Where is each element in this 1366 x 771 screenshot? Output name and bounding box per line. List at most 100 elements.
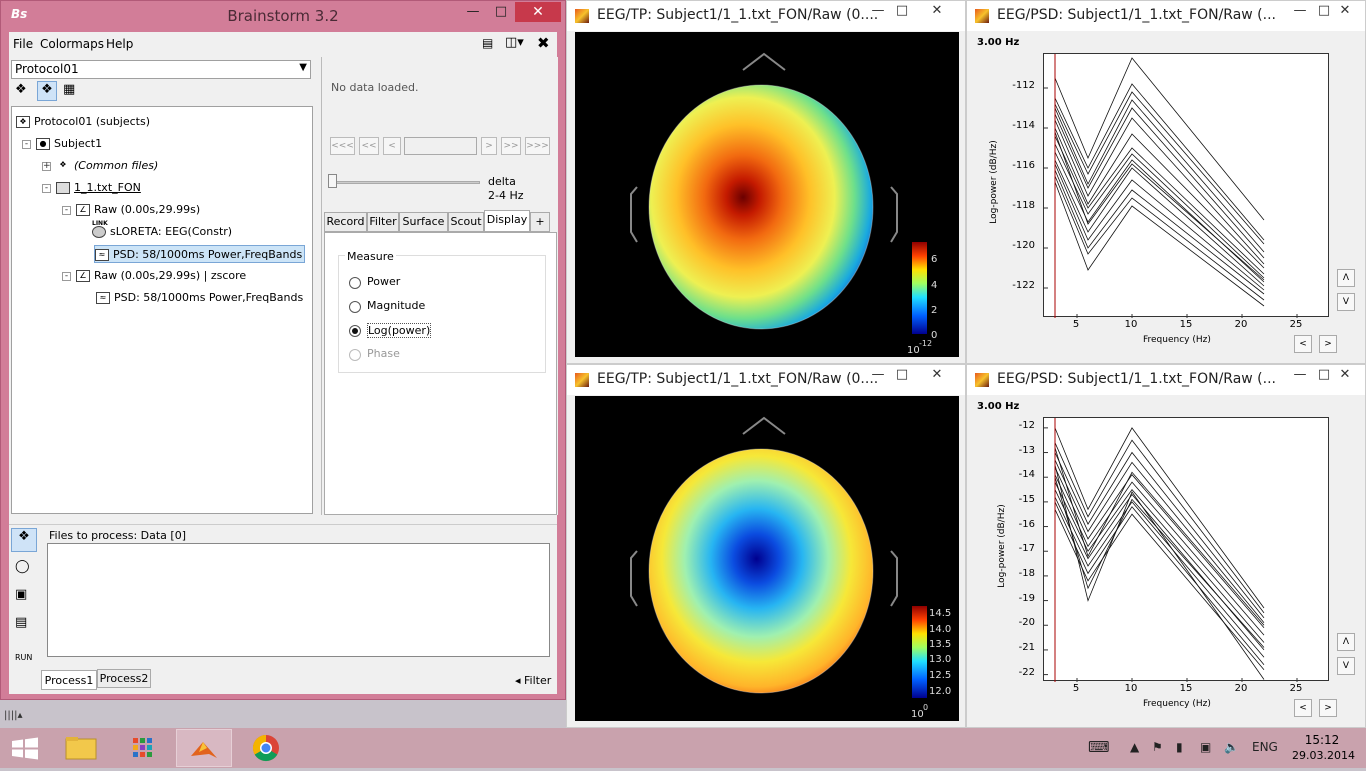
expand-icon[interactable]: +: [42, 162, 51, 171]
psd-plot-area: [1043, 417, 1329, 682]
tab-scout[interactable]: Scout: [448, 212, 484, 232]
minimize-button[interactable]: —: [1289, 3, 1311, 18]
zoom-in-button[interactable]: Λ: [1337, 633, 1355, 651]
figure-titlebar[interactable]: EEG/PSD: Subject1/1_1.txt_FON/Raw (... —…: [967, 1, 1365, 31]
tree-item-subject[interactable]: ● Subject1: [36, 135, 102, 153]
tree-item-sloreta[interactable]: LINK sLORETA: EEG(Constr): [92, 220, 232, 241]
collapse-icon[interactable]: -: [22, 140, 31, 149]
menu-help[interactable]: Help: [106, 37, 133, 51]
nav-next-fast-button[interactable]: >>: [501, 137, 521, 155]
y-axis-ticks: -112 -114 -116 -118 -120 -122: [967, 53, 1039, 317]
radio-logpower[interactable]: [349, 325, 361, 337]
matlab-taskbar-button[interactable]: [176, 729, 232, 767]
collapse-icon[interactable]: -: [62, 272, 71, 281]
process-matrix-icon[interactable]: ▤: [15, 615, 27, 630]
nav-last-button[interactable]: >>>: [525, 137, 550, 155]
y-tick-label: -118: [1012, 200, 1035, 211]
show-hidden-icons[interactable]: ▲: [1130, 740, 1139, 754]
close-button[interactable]: ✕: [1323, 367, 1366, 382]
tab-process2[interactable]: Process2: [97, 669, 151, 688]
tab-record[interactable]: Record: [324, 212, 367, 232]
maximize-button[interactable]: □: [487, 3, 515, 23]
tree-item-condition[interactable]: 1_1.txt_FON: [56, 179, 141, 197]
process-timefreq-icon[interactable]: ▣: [15, 587, 27, 602]
menu-colormaps[interactable]: Colormaps: [40, 37, 104, 51]
radio-power[interactable]: [349, 277, 361, 289]
minimize-button[interactable]: —: [867, 3, 889, 18]
tab-surface[interactable]: Surface: [399, 212, 448, 232]
functional-view-icon[interactable]: ❖: [15, 82, 33, 100]
nav-prev-button[interactable]: <: [383, 137, 401, 155]
close-button[interactable]: ✕: [915, 367, 959, 382]
band-slider-handle[interactable]: [328, 174, 337, 188]
process-sources-icon[interactable]: ◯: [15, 559, 30, 574]
tab-display[interactable]: Display: [484, 210, 530, 232]
language-indicator[interactable]: ENG: [1252, 740, 1278, 754]
clock-time[interactable]: 15:12: [1300, 733, 1344, 747]
minimize-button[interactable]: —: [459, 3, 487, 23]
psd-window-1: EEG/PSD: Subject1/1_1.txt_FON/Raw (... —…: [966, 0, 1366, 364]
tab-filter[interactable]: Filter: [367, 212, 399, 232]
close-button[interactable]: ✕: [515, 2, 561, 22]
collapse-icon[interactable]: -: [42, 184, 51, 193]
chrome-button[interactable]: [240, 729, 290, 767]
network-icon[interactable]: ▣: [1200, 740, 1211, 754]
zoom-out-button[interactable]: V: [1337, 657, 1355, 675]
minimize-button[interactable]: —: [867, 367, 889, 382]
zoom-out-button[interactable]: V: [1337, 293, 1355, 311]
menu-file[interactable]: File: [13, 37, 33, 51]
tree-item-psd[interactable]: ≈ PSD: 58/1000ms Power,FreqBands: [96, 289, 303, 307]
collapse-icon[interactable]: -: [62, 206, 71, 215]
close-panel-icon[interactable]: ✖: [537, 34, 550, 52]
tree-item-label: PSD: 58/1000ms Power,FreqBands: [114, 291, 304, 304]
anatomy-view-icon[interactable]: ❖: [37, 81, 57, 101]
scroll-left-button[interactable]: <: [1294, 335, 1312, 353]
time-input[interactable]: [404, 137, 477, 155]
x-tick-label: 25: [1289, 319, 1303, 330]
apps-button[interactable]: [118, 729, 168, 767]
data-view-icon[interactable]: ▦: [63, 82, 81, 100]
start-button[interactable]: [0, 729, 50, 767]
flag-icon[interactable]: ⚑: [1152, 740, 1163, 754]
power-icon[interactable]: ▮: [1176, 740, 1183, 754]
scroll-left-button[interactable]: <: [1294, 699, 1312, 717]
close-button[interactable]: ✕: [1323, 3, 1366, 18]
keyboard-icon[interactable]: ⌨: [1088, 738, 1110, 756]
filter-button[interactable]: ◂ Filter: [515, 674, 551, 687]
file-explorer-button[interactable]: [56, 729, 106, 767]
maximize-button[interactable]: □: [891, 3, 913, 18]
scroll-right-button[interactable]: >: [1319, 335, 1337, 353]
psd-window-2: EEG/PSD: Subject1/1_1.txt_FON/Raw (... —…: [966, 364, 1366, 728]
maximize-button[interactable]: □: [891, 367, 913, 382]
tree-item-protocol[interactable]: ❖ Protocol01 (subjects): [16, 113, 150, 131]
figure-titlebar[interactable]: EEG/TP: Subject1/1_1.txt_FON/Raw (0.... …: [567, 1, 965, 31]
volume-icon[interactable]: 🔈: [1224, 740, 1239, 754]
tab-add[interactable]: +: [530, 212, 550, 232]
nav-prev-fast-button[interactable]: <<: [359, 137, 379, 155]
colorbar-exponent: -12: [919, 339, 932, 348]
minimize-button[interactable]: —: [1289, 367, 1311, 382]
figure-titlebar[interactable]: EEG/TP: Subject1/1_1.txt_FON/Raw (0.... …: [567, 365, 965, 395]
run-button[interactable]: RUN: [15, 653, 32, 662]
close-button[interactable]: ✕: [915, 3, 959, 18]
tree-item-raw-zscore[interactable]: ∠ Raw (0.00s,29.99s) | zscore: [76, 267, 246, 285]
matlab-icon: [191, 742, 217, 758]
nav-next-button[interactable]: >: [481, 137, 497, 155]
scroll-right-button[interactable]: >: [1319, 699, 1337, 717]
process-data-icon[interactable]: ❖: [11, 528, 37, 552]
band-slider[interactable]: [332, 181, 480, 184]
tree-item-common-files[interactable]: ❖ (Common files): [56, 157, 158, 175]
list-layout-icon[interactable]: ▤: [482, 36, 493, 50]
tab-process1[interactable]: Process1: [41, 670, 97, 690]
radio-magnitude[interactable]: [349, 301, 361, 313]
window-layout-icon[interactable]: ◫▾: [505, 35, 524, 50]
zoom-in-button[interactable]: Λ: [1337, 269, 1355, 287]
process-panel: ❖ ◯ ▣ ▤ RUN Files to process: Data [0] P…: [9, 524, 557, 694]
nav-first-button[interactable]: <<<: [330, 137, 355, 155]
tree-item-psd-selected[interactable]: ≈ PSD: 58/1000ms Power,FreqBands: [94, 245, 306, 263]
brainstorm-titlebar[interactable]: Bs Brainstorm 3.2 — □ ✕: [1, 1, 565, 31]
files-to-process-list[interactable]: [47, 543, 550, 657]
protocol-select[interactable]: Protocol01 ▼: [11, 60, 311, 79]
clock-date[interactable]: 29.03.2014: [1292, 749, 1355, 762]
figure-titlebar[interactable]: EEG/PSD: Subject1/1_1.txt_FON/Raw (... —…: [967, 365, 1365, 395]
